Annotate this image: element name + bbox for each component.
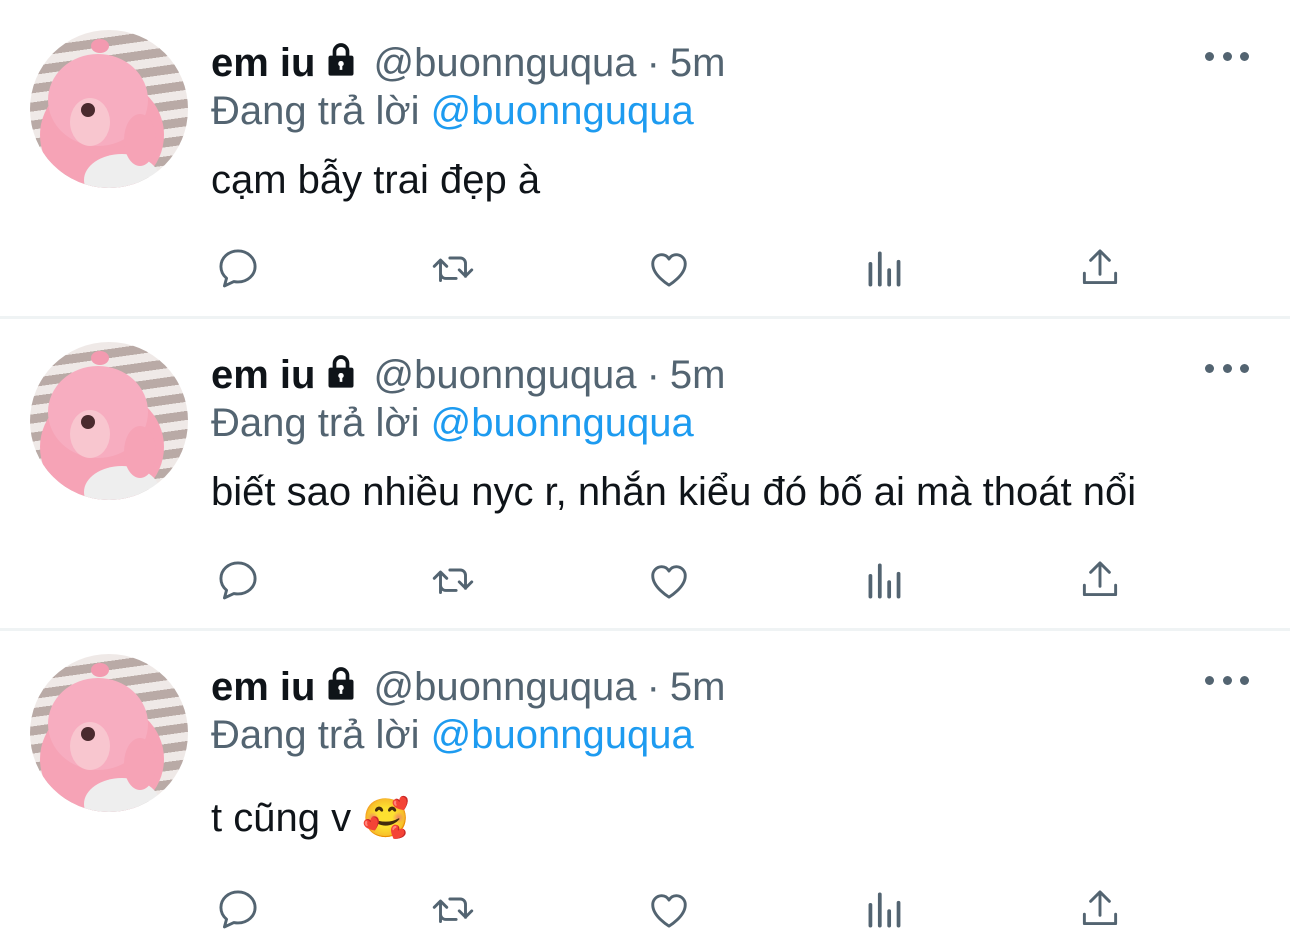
retweet-button[interactable] bbox=[428, 555, 478, 605]
timestamp[interactable]: 5m bbox=[670, 665, 726, 709]
reply-icon bbox=[219, 561, 257, 600]
retweet-icon bbox=[432, 256, 474, 282]
action-bar bbox=[0, 555, 1290, 605]
tweet-text: cạm bẫy trai đẹp à bbox=[211, 154, 540, 206]
reply-prefix: Đang trả lời bbox=[211, 713, 420, 757]
timestamp[interactable]: 5m bbox=[670, 353, 726, 397]
avatar[interactable] bbox=[30, 30, 188, 188]
tweet[interactable]: em iu @buonnguqua · 5m Đang trả lời @buonng… bbox=[0, 312, 1290, 628]
reply-mention-link[interactable]: @buonnguqua bbox=[431, 713, 694, 757]
views-button[interactable] bbox=[860, 884, 910, 934]
reply-prefix: Đang trả lời bbox=[211, 401, 420, 445]
share-button[interactable] bbox=[1075, 555, 1125, 605]
share-button[interactable] bbox=[1075, 243, 1125, 293]
lock-icon bbox=[321, 39, 361, 91]
retweet-button[interactable] bbox=[428, 884, 478, 934]
separator-dot: · bbox=[646, 41, 660, 85]
emoji-smiling-face-with-hearts: 🥰 bbox=[362, 798, 410, 840]
reply-icon bbox=[219, 890, 257, 929]
avatar[interactable] bbox=[30, 654, 188, 812]
share-icon bbox=[1082, 890, 1118, 926]
retweet-icon bbox=[432, 897, 474, 923]
tweet[interactable]: em iu @buonnguqua · 5m Đang trả lời @buonng… bbox=[0, 624, 1290, 948]
reply-button[interactable] bbox=[213, 884, 263, 934]
separator-dot: · bbox=[646, 353, 660, 397]
lock-icon bbox=[321, 351, 361, 403]
display-name[interactable]: em iu bbox=[211, 353, 315, 397]
tweet-text-content: cạm bẫy trai đẹp à bbox=[211, 158, 541, 202]
share-icon bbox=[1082, 249, 1118, 285]
retweet-icon bbox=[432, 568, 474, 594]
views-icon bbox=[868, 251, 901, 287]
display-name[interactable]: em iu bbox=[211, 665, 315, 709]
tweet-text-content: t cũng v bbox=[211, 796, 363, 840]
action-bar bbox=[0, 884, 1290, 934]
views-icon bbox=[868, 892, 901, 928]
timestamp[interactable]: 5m bbox=[670, 41, 726, 85]
user-handle[interactable]: @buonnguqua bbox=[373, 41, 636, 85]
more-options-button[interactable] bbox=[1205, 356, 1249, 380]
views-button[interactable] bbox=[860, 243, 910, 293]
replying-to: Đang trả lời @buonnguqua bbox=[211, 710, 694, 760]
display-name[interactable]: em iu bbox=[211, 41, 315, 85]
like-button[interactable] bbox=[644, 555, 694, 605]
views-button[interactable] bbox=[860, 555, 910, 605]
action-bar bbox=[0, 243, 1290, 293]
reply-icon bbox=[219, 249, 257, 288]
reply-prefix: Đang trả lời bbox=[211, 89, 420, 133]
like-button[interactable] bbox=[644, 884, 694, 934]
more-options-button[interactable] bbox=[1205, 668, 1249, 692]
lock-icon bbox=[321, 663, 361, 715]
share-button[interactable] bbox=[1075, 884, 1125, 934]
retweet-button[interactable] bbox=[428, 243, 478, 293]
heart-icon bbox=[651, 565, 687, 599]
avatar[interactable] bbox=[30, 342, 188, 500]
heart-icon bbox=[651, 253, 687, 287]
tweet[interactable]: em iu @buonnguqua · 5m Đang trả lời @buonng… bbox=[0, 0, 1290, 316]
tweet-text-content: biết sao nhiều nyc r, nhắn kiểu đó bố ai… bbox=[211, 470, 1137, 514]
user-handle[interactable]: @buonnguqua bbox=[373, 353, 636, 397]
separator-dot: · bbox=[646, 665, 660, 709]
reply-mention-link[interactable]: @buonnguqua bbox=[431, 401, 694, 445]
reply-button[interactable] bbox=[213, 555, 263, 605]
like-button[interactable] bbox=[644, 243, 694, 293]
heart-icon bbox=[651, 894, 687, 928]
user-handle[interactable]: @buonnguqua bbox=[373, 665, 636, 709]
share-icon bbox=[1082, 561, 1118, 597]
more-options-button[interactable] bbox=[1205, 44, 1249, 68]
tweet-text: biết sao nhiều nyc r, nhắn kiểu đó bố ai… bbox=[211, 466, 1136, 518]
reply-button[interactable] bbox=[213, 243, 263, 293]
views-icon bbox=[868, 563, 901, 599]
reply-mention-link[interactable]: @buonnguqua bbox=[431, 89, 694, 133]
replying-to: Đang trả lời @buonnguqua bbox=[211, 398, 694, 448]
replying-to: Đang trả lời @buonnguqua bbox=[211, 86, 694, 136]
tweet-text: t cũng v 🥰 bbox=[211, 792, 410, 845]
